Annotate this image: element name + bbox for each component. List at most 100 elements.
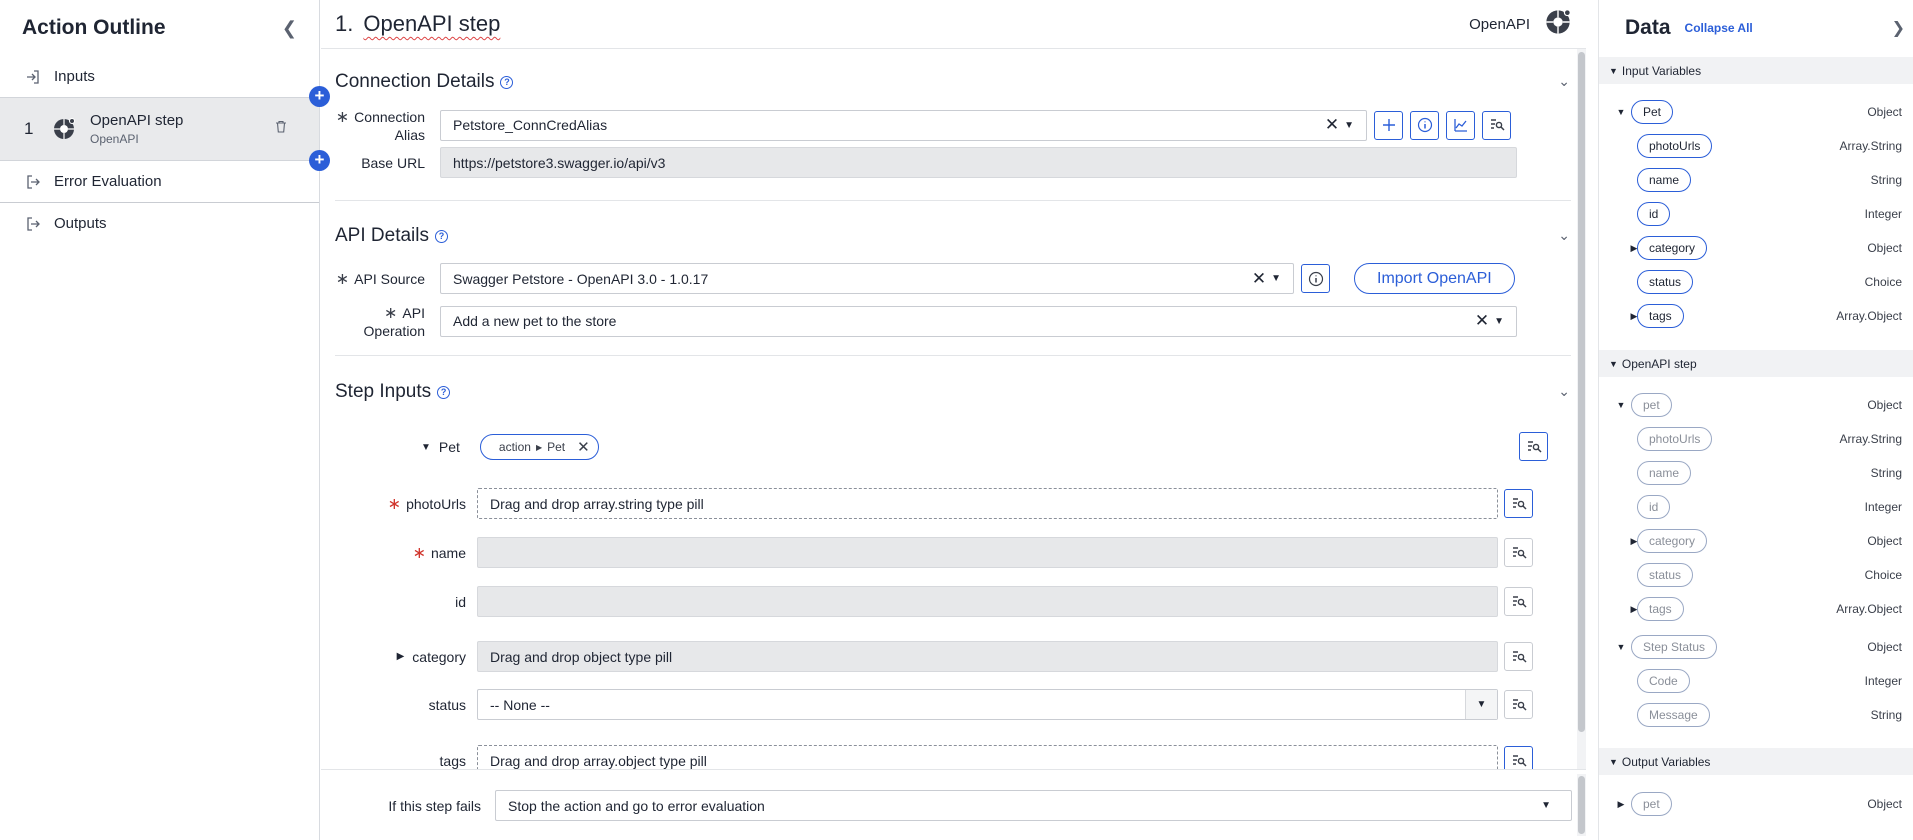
clear-x-icon[interactable]: ✕ bbox=[1325, 115, 1339, 135]
data-pill-picker-icon[interactable] bbox=[1504, 489, 1533, 518]
outline-item-error-evaluation[interactable]: Error Evaluation bbox=[0, 161, 319, 202]
data-pill-picker-icon[interactable] bbox=[1504, 538, 1533, 567]
data-pill[interactable]: pet bbox=[1631, 393, 1672, 417]
category-label-wrap: ▶ category bbox=[335, 649, 466, 665]
photourls-drop-zone[interactable]: Drag and drop array.string type pill bbox=[477, 488, 1498, 519]
connection-chart-icon[interactable] bbox=[1446, 110, 1475, 140]
expand-caret-down-icon[interactable]: ▼ bbox=[421, 442, 431, 453]
data-pill-picker-icon[interactable] bbox=[1504, 642, 1533, 671]
action-outline-panel: Action Outline ❮ Inputs + 1 OpenAPI step… bbox=[0, 0, 330, 840]
data-pill-picker-icon[interactable] bbox=[1482, 110, 1511, 140]
name-input[interactable] bbox=[477, 537, 1498, 568]
caret-down-icon[interactable]: ▼ bbox=[1615, 107, 1627, 117]
editor-scroll-area[interactable]: Connection Details ? ⌄ ∗ Connection Alias… bbox=[321, 49, 1586, 769]
id-input[interactable] bbox=[477, 586, 1498, 617]
data-pill-picker-icon[interactable] bbox=[1504, 690, 1533, 719]
caret-down-icon[interactable]: ▼ bbox=[1494, 316, 1504, 327]
footer-scrollbar[interactable] bbox=[1577, 774, 1586, 836]
step-title[interactable]: OpenAPI step bbox=[363, 11, 500, 37]
add-step-plus-icon[interactable]: + bbox=[309, 150, 330, 171]
caret-down-icon[interactable]: ▼ bbox=[1344, 120, 1354, 131]
outline-title: Action Outline bbox=[22, 16, 166, 39]
clear-x-icon[interactable]: ✕ bbox=[1475, 311, 1489, 331]
editor-scrollbar[interactable] bbox=[1577, 49, 1586, 769]
help-icon[interactable]: ? bbox=[500, 75, 514, 89]
data-pill[interactable]: Pet bbox=[1631, 100, 1674, 124]
help-icon[interactable]: ? bbox=[437, 385, 451, 399]
data-pill-picker-icon[interactable] bbox=[1504, 587, 1533, 616]
remove-pill-x-icon[interactable]: ✕ bbox=[577, 438, 590, 456]
delete-step-trash-icon[interactable] bbox=[275, 120, 293, 138]
outline-step-openapi[interactable]: 1 OpenAPI step OpenAPI + bbox=[0, 97, 330, 171]
step-text: OpenAPI step OpenAPI bbox=[90, 112, 275, 146]
data-pill[interactable]: category bbox=[1637, 529, 1708, 553]
collapse-outline-chevron-left-icon[interactable]: ❮ bbox=[282, 18, 297, 39]
caret-down-icon[interactable]: ▼ bbox=[1615, 642, 1627, 652]
step-type: OpenAPI bbox=[90, 132, 139, 146]
data-row: ▶ pet Object bbox=[1599, 790, 1913, 818]
section-header[interactable]: API Details ? ⌄ bbox=[335, 219, 1570, 253]
data-group-input-variables[interactable]: ▼ Input Variables bbox=[1599, 57, 1913, 84]
category-drop-zone[interactable]: Drag and drop object type pill bbox=[477, 641, 1498, 672]
collapse-all-link[interactable]: Collapse All bbox=[1685, 21, 1753, 35]
data-group-output-variables[interactable]: ▼ Output Variables bbox=[1599, 748, 1913, 775]
data-group-openapi-step[interactable]: ▼ OpenAPI step bbox=[1599, 350, 1913, 377]
data-pill[interactable]: pet bbox=[1631, 792, 1672, 816]
add-connection-plus-button[interactable] bbox=[1374, 110, 1403, 140]
scrollbar-thumb[interactable] bbox=[1578, 52, 1585, 732]
outline-item-inputs[interactable]: Inputs + bbox=[0, 56, 330, 107]
clear-x-icon[interactable]: ✕ bbox=[1252, 269, 1266, 289]
data-type: Integer bbox=[1864, 674, 1902, 688]
api-operation-select[interactable]: Add a new pet to the store ✕ ▼ bbox=[440, 305, 1517, 337]
data-pill[interactable]: id bbox=[1637, 495, 1671, 519]
chevron-down-icon[interactable]: ⌄ bbox=[1558, 227, 1570, 244]
api-source-info-button[interactable] bbox=[1301, 264, 1330, 293]
data-pill[interactable]: photoUrls bbox=[1637, 134, 1713, 158]
section-divider bbox=[335, 355, 1571, 356]
add-step-plus-icon[interactable]: + bbox=[309, 86, 330, 107]
connection-info-button[interactable] bbox=[1410, 110, 1439, 140]
chevron-down-icon[interactable]: ⌄ bbox=[1558, 383, 1570, 400]
pet-data-pill[interactable]: action ▶ Pet ✕ bbox=[479, 434, 599, 460]
data-pill[interactable]: tags bbox=[1637, 597, 1684, 621]
import-openapi-button[interactable]: Import OpenAPI bbox=[1354, 263, 1515, 294]
data-pill-picker-icon[interactable] bbox=[1519, 432, 1548, 461]
status-select[interactable]: -- None -- ▼ bbox=[477, 689, 1498, 720]
caret-right-icon[interactable]: ▶ bbox=[1615, 799, 1627, 810]
status-label: status bbox=[428, 696, 466, 713]
data-pill[interactable]: status bbox=[1637, 563, 1694, 587]
caret-down-icon[interactable]: ▼ bbox=[1271, 273, 1281, 284]
api-source-select[interactable]: Swagger Petstore - OpenAPI 3.0 - 1.0.17 … bbox=[440, 263, 1294, 294]
caret-down-icon[interactable]: ▼ bbox=[1465, 690, 1497, 719]
scrollbar-thumb[interactable] bbox=[1578, 776, 1585, 834]
data-pill[interactable]: id bbox=[1637, 202, 1671, 226]
data-pill[interactable]: Code bbox=[1637, 669, 1690, 693]
caret-down-icon[interactable]: ▼ bbox=[1615, 400, 1627, 410]
section-header[interactable]: Step Inputs ? ⌄ bbox=[335, 375, 1570, 409]
data-row: id Integer bbox=[1599, 200, 1913, 228]
data-pill[interactable]: category bbox=[1637, 236, 1708, 260]
outline-item-outputs[interactable]: Outputs bbox=[0, 203, 319, 244]
data-pill[interactable]: tags bbox=[1637, 304, 1684, 328]
chevron-right-icon[interactable]: ❯ bbox=[1892, 18, 1905, 38]
data-pill[interactable]: photoUrls bbox=[1637, 427, 1713, 451]
expand-caret-right-icon[interactable]: ▶ bbox=[397, 651, 405, 662]
caret-down-icon[interactable]: ▼ bbox=[1541, 800, 1551, 811]
data-pill[interactable]: name bbox=[1637, 168, 1692, 192]
data-type: Choice bbox=[1864, 568, 1902, 582]
name-label: ∗ name bbox=[412, 544, 466, 562]
connection-alias-select[interactable]: Petstore_ConnCredAlias ✕ ▼ bbox=[440, 109, 1367, 141]
tags-drop-zone[interactable]: Drag and drop array.object type pill bbox=[477, 745, 1498, 769]
if-step-fails-select[interactable]: Stop the action and go to error evaluati… bbox=[495, 790, 1572, 821]
data-type: Object bbox=[1867, 534, 1902, 548]
data-pill[interactable]: Step Status bbox=[1631, 635, 1718, 659]
data-pill[interactable]: Message bbox=[1637, 703, 1710, 727]
chevron-down-icon[interactable]: ⌄ bbox=[1558, 73, 1570, 90]
section-header[interactable]: Connection Details ? ⌄ bbox=[335, 65, 1570, 99]
data-group-label: OpenAPI step bbox=[1621, 356, 1697, 371]
data-pill[interactable]: name bbox=[1637, 461, 1692, 485]
data-pill-picker-icon[interactable] bbox=[1504, 746, 1533, 769]
help-icon[interactable]: ? bbox=[434, 229, 448, 243]
data-row: ▶ category Object bbox=[1599, 234, 1913, 262]
data-pill[interactable]: status bbox=[1637, 270, 1694, 294]
